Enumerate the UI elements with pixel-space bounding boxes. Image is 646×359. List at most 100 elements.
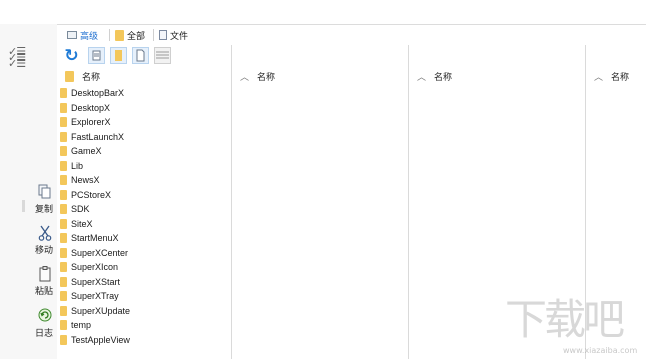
list-item[interactable]: GameX (60, 144, 220, 159)
file-view-icon[interactable] (132, 47, 149, 64)
tab-advanced[interactable]: 高级 (67, 28, 98, 42)
log-label: 日志 (35, 328, 54, 338)
folder-icon (60, 305, 67, 316)
tab-files[interactable]: 文件 (159, 28, 188, 42)
copy-label: 复制 (35, 204, 54, 214)
pane-2: ︿ 名称 (232, 45, 408, 359)
copy-button[interactable]: 复制 (0, 184, 57, 220)
move-button[interactable]: 移动 (0, 225, 57, 261)
folder-icon (60, 262, 67, 273)
tab-advanced-label: 高级 (80, 30, 99, 41)
folder-icon (60, 291, 67, 302)
list-item[interactable]: Lib (60, 159, 220, 174)
clipboard-icon (39, 266, 51, 282)
column-header-name[interactable]: ︿ 名称 (409, 67, 585, 85)
tab-all-label: 全部 (127, 30, 146, 41)
pane-toolbar: ↻ (60, 45, 230, 67)
folder-icon (60, 102, 67, 113)
list-item[interactable]: SuperXTray (60, 289, 220, 304)
list-item-label: SiteX (71, 218, 93, 229)
list-item-label: StartMenuX (71, 233, 119, 244)
folder-view-icon[interactable] (110, 47, 127, 64)
list-item-label: NewsX (71, 175, 100, 186)
list-item[interactable]: FastLaunchX (60, 130, 220, 145)
list-item-label: temp (71, 320, 92, 331)
grid-view-icon[interactable] (88, 47, 105, 64)
folder-icon (60, 233, 67, 244)
folder-icon (60, 247, 67, 258)
list-item-label: PCStoreX (71, 189, 112, 200)
log-icon (38, 308, 52, 322)
folder-icon (60, 146, 67, 157)
list-item-label: DesktopX (71, 102, 111, 113)
folder-icon (60, 320, 67, 331)
sort-caret-icon: ︿ (417, 71, 427, 82)
list-item[interactable]: TestAppleView (60, 333, 220, 348)
folder-icon (60, 131, 67, 142)
list-item[interactable]: NewsX (60, 173, 220, 188)
list-view-icon[interactable] (154, 47, 171, 64)
list-item[interactable]: PCStoreX (60, 188, 220, 203)
tab-all[interactable]: 全部 (115, 28, 145, 42)
list-item-label: SuperXIcon (71, 262, 119, 273)
list-item-label: Lib (71, 160, 84, 171)
list-item[interactable]: ExplorerX (60, 115, 220, 130)
list-item-label: SuperXStart (71, 276, 121, 287)
folder-icon (60, 334, 67, 345)
list-item[interactable]: DesktopX (60, 101, 220, 116)
paste-button[interactable]: 粘贴 (0, 266, 57, 302)
watermark-url: www.xiazaiba.com (563, 346, 638, 355)
list-item[interactable]: SuperXStart (60, 275, 220, 290)
folder-icon (60, 276, 67, 287)
list-item[interactable]: SiteX (60, 217, 220, 232)
column-header-label: 名称 (434, 71, 453, 82)
folder-icon (60, 204, 67, 215)
list-item[interactable]: StartMenuX (60, 231, 220, 246)
list-item[interactable]: SDK (60, 202, 220, 217)
column-header-label: 名称 (257, 71, 276, 82)
tab-files-label: 文件 (170, 30, 189, 41)
column-header-name[interactable]: ︿ 名称 (232, 67, 408, 85)
watermark-logo: 下载吧 (505, 295, 625, 344)
folder-icon (60, 88, 67, 99)
list-item-label: DesktopBarX (71, 88, 125, 99)
sort-caret-icon: ︿ (240, 71, 250, 82)
folder-icon (60, 175, 67, 186)
list-item-label: ExplorerX (71, 117, 111, 128)
list-item-label: SDK (71, 204, 90, 215)
tab-bar: 高级 全部 文件 (57, 24, 646, 46)
tab-separator (153, 29, 154, 41)
column-header-name[interactable]: ︿ 名称 (586, 67, 646, 85)
document-icon (159, 30, 167, 40)
scissors-icon (38, 225, 52, 241)
list-item[interactable]: SuperXIcon (60, 260, 220, 275)
list-item[interactable]: DesktopBarX (60, 86, 220, 101)
column-header-label: 名称 (82, 71, 101, 82)
list-item-label: GameX (71, 146, 102, 157)
move-label: 移动 (35, 245, 54, 255)
folder-icon (60, 117, 67, 128)
folder-icon (65, 70, 74, 82)
list-item[interactable]: SuperXUpdate (60, 304, 220, 319)
column-header-name[interactable]: 名称 (57, 67, 231, 85)
title-area (0, 0, 646, 24)
folder-icon (60, 218, 67, 229)
copy-icon (38, 184, 51, 199)
list-item-label: SuperXUpdate (71, 305, 131, 316)
file-list: DesktopBarX DesktopX ExplorerX FastLaunchX G… (60, 86, 220, 347)
list-item[interactable]: temp (60, 318, 220, 333)
list-item-label: SuperXTray (71, 291, 119, 302)
list-item-label: SuperXCenter (71, 247, 129, 258)
paste-label: 粘贴 (35, 286, 54, 296)
log-button[interactable]: 日志 (0, 308, 57, 344)
list-item[interactable]: SuperXCenter (60, 246, 220, 261)
checklist-icon[interactable]: ✓☰ ✓☰ ✓☰ (8, 47, 28, 70)
folder-icon (60, 160, 67, 171)
tab-separator (109, 29, 110, 41)
refresh-icon[interactable]: ↻ (63, 47, 80, 64)
column-header-label: 名称 (611, 71, 630, 82)
watermark: 下载吧 www.xiazaiba.com (505, 298, 645, 358)
sort-caret-icon: ︿ (594, 71, 604, 82)
folder-icon (60, 189, 67, 200)
list-item-label: FastLaunchX (71, 131, 125, 142)
